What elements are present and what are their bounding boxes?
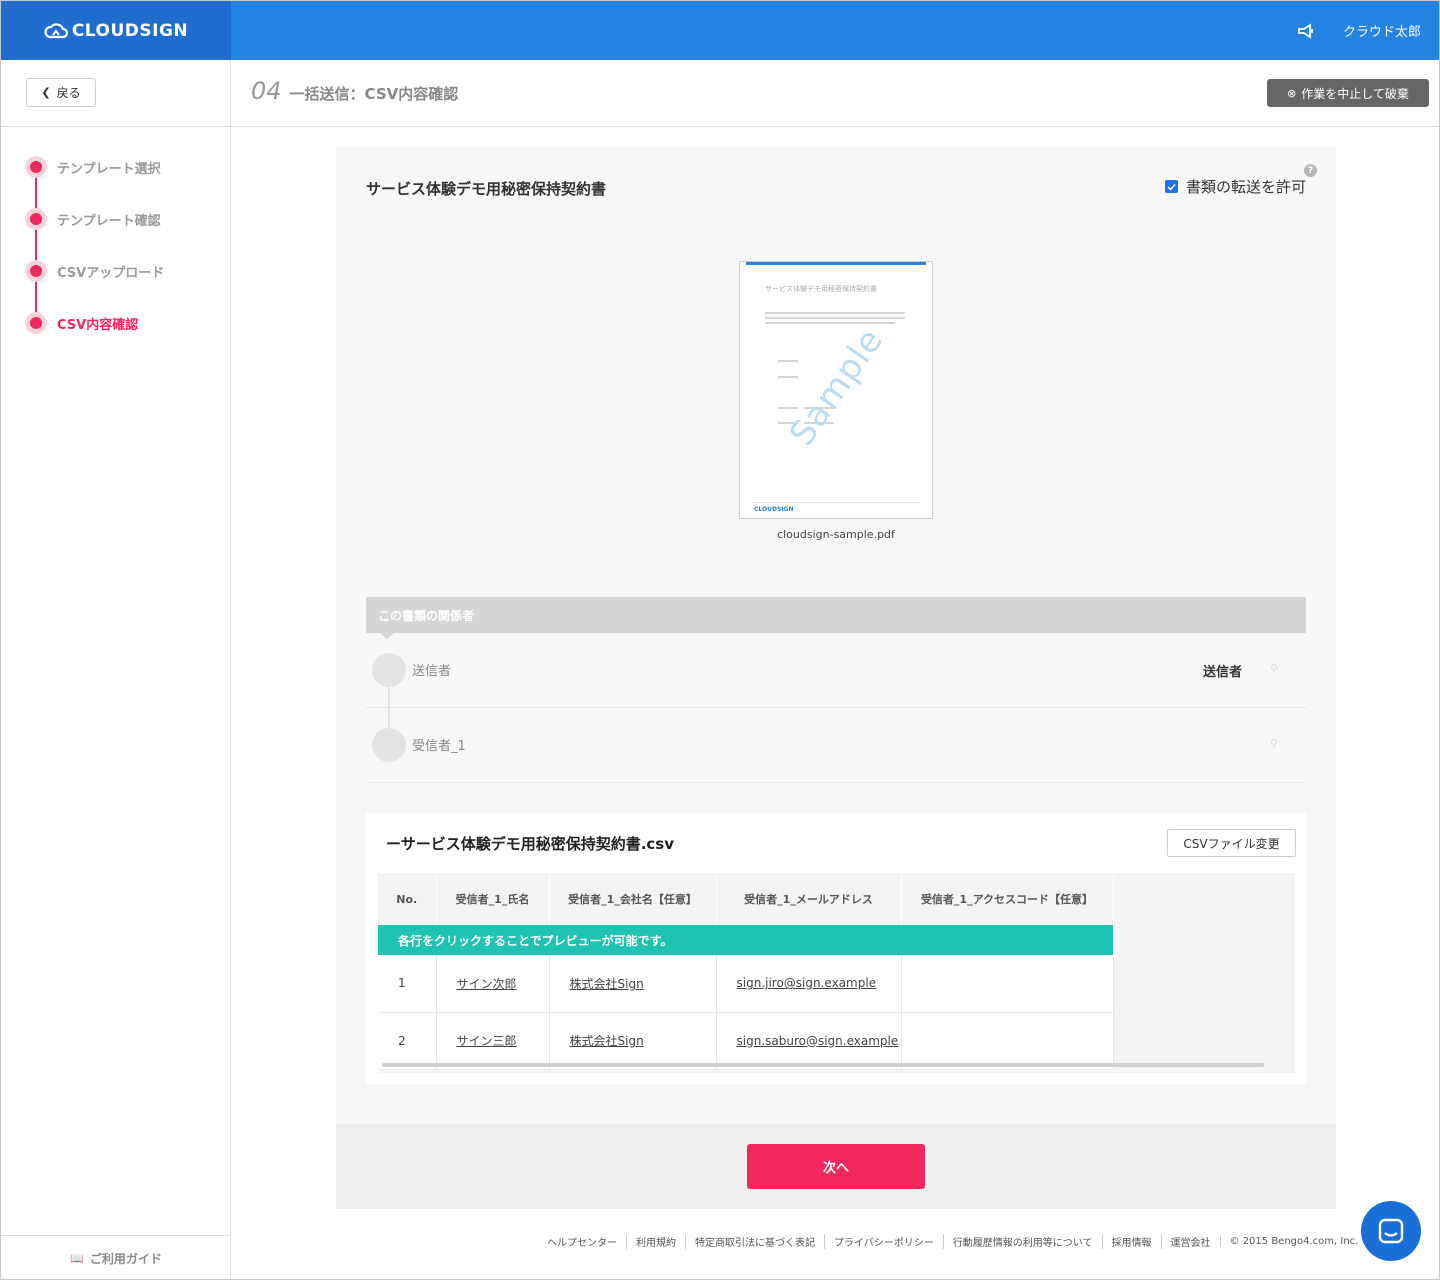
csv-table-container[interactable]: No. 受信者_1_氏名 受信者_1_会社名【任意】 受信者_1_メールアドレス… [378,873,1295,1073]
avatar [372,653,406,687]
parties-header: この書類の関係者 [366,597,1306,639]
key-icon: ⚲ [1269,662,1278,675]
footer-link-commerce[interactable]: 特定商取引法に基づく表記 [685,1234,824,1249]
step-label: テンプレート選択 [57,161,161,177]
next-button[interactable]: 次へ [747,1144,925,1189]
cloud-logo-icon [44,22,68,38]
user-name[interactable]: クラウド太郎 [1343,21,1421,40]
recipient-name-link[interactable]: サイン次郎 [457,977,517,991]
back-label: 戻る [56,86,81,100]
row-number: 2 [378,1012,437,1070]
sidebar-step-template-select: テンプレート選択 [25,156,161,178]
access-code-cell [901,955,1114,1013]
file-name: cloudsign-sample.pdf [777,528,895,541]
footer-copyright: © 2015 Bengo4.com, Inc. [1219,1236,1368,1247]
footer-link-terms[interactable]: 利用規約 [626,1234,685,1249]
document-title: サービス体験デモ用秘密保持契約書 [366,180,607,198]
footer-link-help[interactable]: ヘルプセンター [547,1234,626,1249]
preview-hint: 各行をクリックすることでプレビューが可能です。 [378,925,1113,955]
step-dot-icon [25,312,47,334]
table-header-row: No. 受信者_1_氏名 受信者_1_会社名【任意】 受信者_1_メールアドレス… [378,873,1114,925]
table-row[interactable]: 1 サイン次郎 株式会社Sign sign.jiro@sign.example [378,955,1114,1013]
thumbnail-title: サービス体験デモ用秘密保持契約書 [765,285,877,293]
checkbox-checked-icon[interactable] [1164,180,1178,193]
party-row-recipient: 受信者_1 ⚲ [366,708,1306,783]
allow-forward-checkbox[interactable]: 書類の転送を許可 [1164,176,1306,197]
back-button[interactable]: ❮ 戻る [26,78,96,107]
step-label: テンプレート確認 [57,213,161,229]
document-thumbnail[interactable]: サービス体験デモ用秘密保持契約書 Sample CLOUDSIGN [739,261,933,519]
sidebar: テンプレート選択 テンプレート確認 CSVアップロード CSV内容確認 📖 ご利… [1,127,231,1279]
company-link[interactable]: 株式会社Sign [570,977,644,991]
top-bar: CLOUDSIGN クラウド太郎 [1,1,1439,60]
usage-guide-link[interactable]: 📖 ご利用ガイド [1,1235,231,1279]
steps-progress-line [35,167,37,323]
party-row-sender: 送信者 送信者 ⚲ [366,633,1306,708]
step-title: 一括送信：CSV内容確認 [289,85,459,103]
csv-table: No. 受信者_1_氏名 受信者_1_会社名【任意】 受信者_1_メールアドレス… [378,873,1114,1070]
step-dot-icon [25,208,47,230]
sidebar-step-csv-upload: CSVアップロード [25,260,164,282]
column-header: No. [378,873,437,925]
column-header: 受信者_1_アクセスコード【任意】 [901,873,1114,925]
thumbnail-logo: CLOUDSIGN [754,506,794,513]
party-name: 送信者 [412,664,452,679]
step-dot-icon [25,260,47,282]
logo[interactable]: CLOUDSIGN [1,1,231,60]
step-dot-icon [25,156,47,178]
csv-section: ーサービス体験デモ用秘密保持契約書.csv CSVファイル変更 No. 受信者_… [366,813,1306,1084]
horizontal-scrollbar[interactable] [382,1063,1264,1067]
column-header: 受信者_1_氏名 [436,873,550,925]
footer-link-recruit[interactable]: 採用情報 [1101,1234,1161,1249]
party-name: 受信者_1 [412,739,466,754]
step-number: 04 [251,77,282,105]
forward-label: 書類の転送を許可 [1185,178,1306,196]
recipient-name-link[interactable]: サイン三郎 [457,1034,517,1048]
key-icon: ⚲ [1269,737,1278,750]
email-link[interactable]: sign.jiro@sign.example [737,976,877,990]
email-link[interactable]: sign.saburo@sign.example [737,1034,899,1048]
sample-watermark: Sample [782,320,892,454]
step-label: CSV内容確認 [57,317,139,333]
column-header: 受信者_1_メールアドレス [716,873,902,925]
access-code-cell [901,1012,1114,1070]
cancel-discard-button[interactable]: ⊗ 作業を中止して破棄 [1267,79,1429,107]
main-card: サービス体験デモ用秘密保持契約書 書類の転送を許可 ? サービス体験デモ用秘密保… [336,147,1336,1209]
hint-row: 各行をクリックすることでプレビューが可能です。 [378,925,1113,955]
footer-link-privacy[interactable]: プライバシーポリシー [824,1234,943,1249]
sidebar-step-csv-confirm: CSV内容確認 [25,312,138,334]
chat-icon [1378,1218,1404,1244]
row-number: 1 [378,955,437,1013]
cancel-label: 作業を中止して破棄 [1301,86,1409,101]
megaphone-icon[interactable] [1297,22,1315,39]
table-row[interactable]: 2 サイン三郎 株式会社Sign sign.saburo@sign.exampl… [378,1012,1114,1070]
footer-link-company[interactable]: 運営会社 [1160,1234,1220,1249]
footer: ヘルプセンター 利用規約 特定商取引法に基づく表記 プライバシーポリシー 行動履… [547,1234,1367,1249]
step-label: CSVアップロード [57,265,165,281]
app-window: CLOUDSIGN クラウド太郎 ❮ 戻る 04 一括送信：CSV内容確認 ⊗ … [0,0,1440,1280]
book-icon: 📖 [70,1252,84,1265]
logo-text: CLOUDSIGN [71,20,189,41]
chevron-left-icon: ❮ [41,86,51,99]
page-title: 04 一括送信：CSV内容確認 [251,77,458,105]
close-circle-icon: ⊗ [1287,86,1297,100]
company-link[interactable]: 株式会社Sign [570,1034,644,1048]
action-bar: 次へ [336,1124,1336,1209]
help-icon[interactable]: ? [1304,164,1317,177]
column-header: 受信者_1_会社名【任意】 [549,873,717,925]
footer-link-behavior[interactable]: 行動履歴情報の利用等について [942,1234,1102,1249]
chat-support-button[interactable] [1361,1201,1421,1261]
party-role: 送信者 [1202,665,1242,680]
guide-label: ご利用ガイド [89,1252,162,1266]
csv-file-title: ーサービス体験デモ用秘密保持契約書.csv [386,835,674,853]
sub-header: ❮ 戻る 04 一括送信：CSV内容確認 ⊗ 作業を中止して破棄 [1,60,1439,127]
csv-change-button[interactable]: CSVファイル変更 [1167,829,1296,857]
sidebar-step-template-confirm: テンプレート確認 [25,208,161,230]
avatar [372,728,406,762]
